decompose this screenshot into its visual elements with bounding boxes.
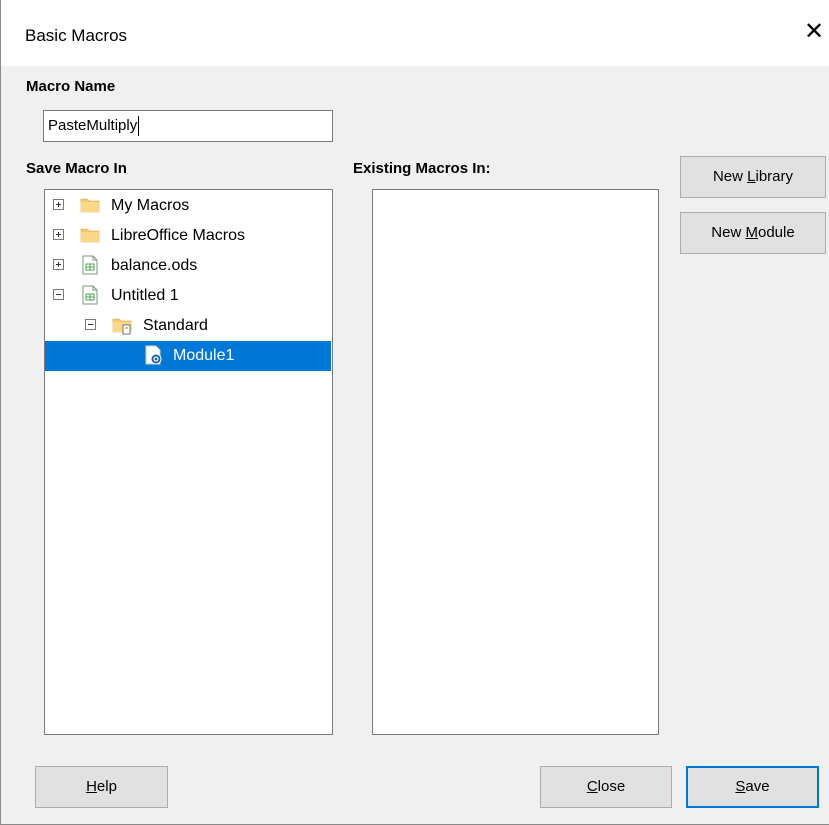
library-folder-icon [112,315,132,335]
dialog-title: Basic Macros [25,26,128,45]
tree-item-label: My Macros [111,197,190,214]
title-bar: Basic Macros ✕ [1,0,829,66]
folder-icon [80,225,100,245]
basic-macros-dialog: Basic Macros ✕ Macro Name PasteMultiply … [0,0,829,825]
expand-icon[interactable] [53,259,64,270]
new-library-label-post: ibrary [755,168,794,185]
tree-item-label: balance.ods [111,257,198,274]
new-module-label-pre: New [711,224,746,241]
existing-macros-list[interactable] [372,189,659,735]
new-module-button[interactable]: New Module [680,212,826,254]
basic-module-icon [143,345,163,365]
macro-name-input[interactable]: PasteMultiply [43,110,333,142]
macro-name-label: Macro Name [26,78,116,95]
new-module-label-post: odule [757,224,795,241]
folder-icon [80,195,100,215]
tree-item-label: Standard [143,317,208,334]
help-button[interactable]: Help [35,766,168,808]
spreadsheet-icon [80,255,100,275]
expand-icon[interactable] [53,229,64,240]
tree-item[interactable]: balance.ods [45,251,331,281]
new-module-mnemonic: M [745,224,758,241]
new-library-label-pre: New [712,168,748,185]
close-icon[interactable]: ✕ [802,20,826,44]
tree-item[interactable]: Untitled 1 [45,281,331,311]
expand-icon[interactable] [53,199,64,210]
save-label-post: ave [745,778,770,795]
tree-item[interactable]: LibreOffice Macros [45,221,331,251]
tree-item-label: Untitled 1 [111,287,179,304]
save-mnemonic: S [735,778,746,795]
close-mnemonic: C [586,778,598,795]
tree-item[interactable]: Standard [45,311,331,341]
collapse-icon[interactable] [85,319,96,330]
spreadsheet-icon [80,285,100,305]
existing-macros-label: Existing Macros In: [353,160,491,177]
help-mnemonic: H [86,778,97,795]
help-label-post: elp [96,778,117,795]
save-macro-in-label: Save Macro In [26,160,127,177]
save-button[interactable]: Save [686,766,819,808]
tree-item[interactable]: My Macros [45,191,331,221]
close-button[interactable]: Close [540,766,672,808]
save-macro-in-tree[interactable]: My Macros LibreOffice Macros balance.ods Un… [44,189,333,735]
macro-name-value: PasteMultiply [48,117,138,134]
tree-item-label: LibreOffice Macros [111,227,245,244]
new-library-mnemonic: L [747,168,756,185]
tree-item-label: Module1 [173,347,235,364]
collapse-icon[interactable] [53,289,64,300]
text-caret [138,116,140,137]
close-label-post: lose [597,778,626,795]
tree-item[interactable]: Module1 [45,341,331,371]
new-library-button[interactable]: New Library [680,156,826,198]
